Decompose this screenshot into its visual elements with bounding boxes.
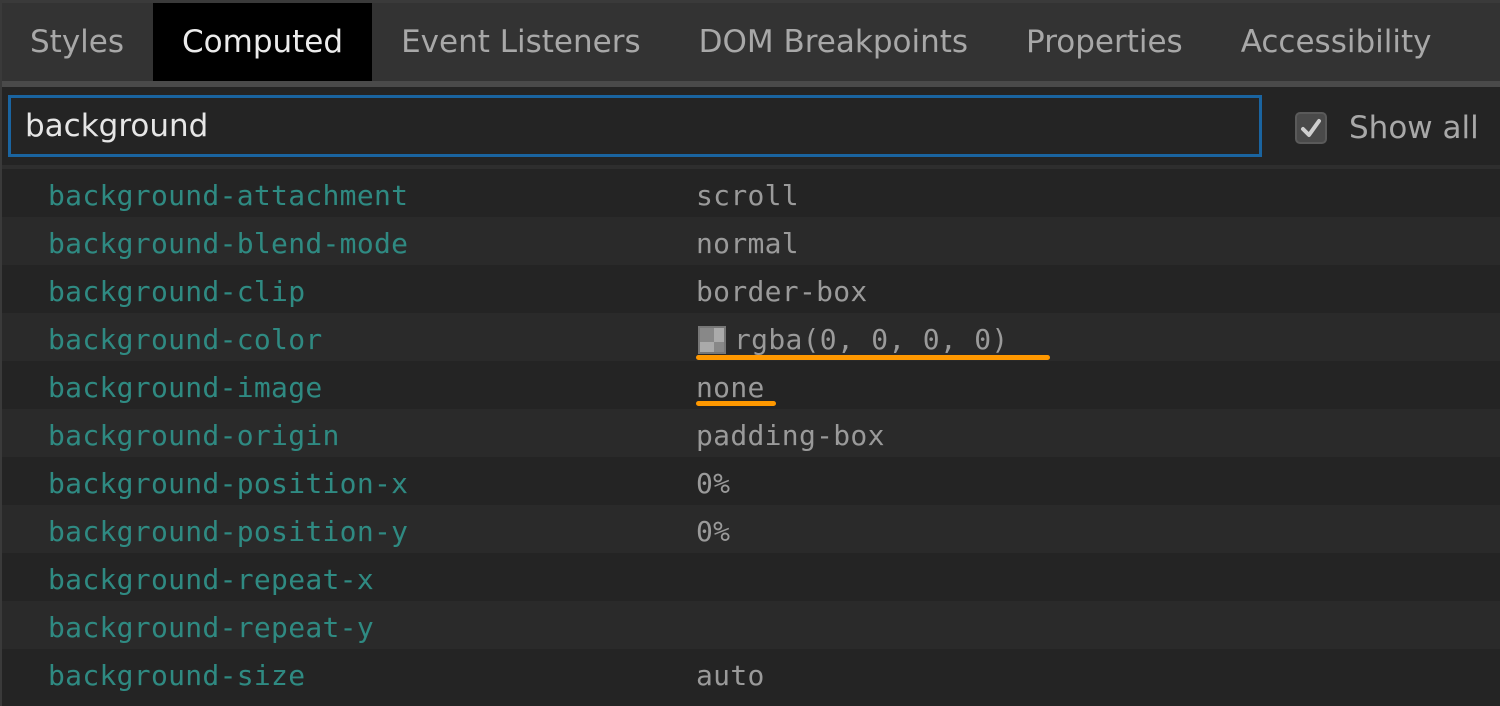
property-name: background-repeat-y [48,611,374,644]
tab-event-listeners[interactable]: Event Listeners [372,3,670,81]
property-name: background-origin [48,419,340,452]
property-value: border-box [696,275,868,308]
property-value: 0% [696,467,731,500]
tab-dom-breakpoints[interactable]: DOM Breakpoints [670,3,997,81]
computed-styles-panel: Styles Computed Event Listeners DOM Brea… [0,0,1500,706]
property-row[interactable]: background-repeat-x [2,553,1500,601]
color-value-text: rgba(0, 0, 0, 0) [734,323,1009,356]
filter-input[interactable] [8,95,1262,157]
show-all-label: Show all [1349,110,1479,146]
property-value-color: rgba(0, 0, 0, 0) [696,323,1009,356]
property-value: normal [696,227,799,260]
property-row[interactable]: background-position-y 0% [2,505,1500,553]
property-row[interactable]: background-origin padding-box [2,409,1500,457]
property-name: background-size [48,659,306,692]
show-all-checkbox[interactable] [1295,112,1327,144]
property-row[interactable]: background-image none [2,361,1500,409]
property-row[interactable]: background-attachment scroll [2,169,1500,217]
property-row[interactable]: background-position-x 0% [2,457,1500,505]
highlight-underline [696,401,776,406]
property-name: background-clip [48,275,306,308]
property-name: background-blend-mode [48,227,409,260]
property-row[interactable]: background-color rgba(0, 0, 0, 0) [2,313,1500,361]
tab-bar: Styles Computed Event Listeners DOM Brea… [2,3,1500,81]
property-value: padding-box [696,419,885,452]
property-name: background-position-x [48,467,409,500]
property-row[interactable]: background-repeat-y [2,601,1500,649]
show-all-toggle[interactable]: Show all [1295,110,1479,146]
property-value: scroll [696,179,799,212]
color-swatch-icon[interactable] [698,325,726,354]
tab-accessibility[interactable]: Accessibility [1212,3,1461,81]
property-value: 0% [696,515,731,548]
tab-computed[interactable]: Computed [153,3,373,81]
highlight-underline [696,355,1050,360]
property-name: background-repeat-x [48,563,374,596]
property-value: auto [696,659,765,692]
property-row[interactable]: background-size auto [2,649,1500,697]
checkmark-icon [1301,119,1321,137]
property-row[interactable]: background-blend-mode normal [2,217,1500,265]
property-row[interactable]: background-clip border-box [2,265,1500,313]
property-name: background-position-y [48,515,409,548]
property-value: none [696,371,765,404]
property-name: background-color [48,323,323,356]
computed-properties-list: background-attachment scroll background-… [2,169,1500,697]
property-name: background-attachment [48,179,409,212]
filter-bar: Show all [2,87,1500,165]
property-name: background-image [48,371,323,404]
tab-styles[interactable]: Styles [2,3,153,81]
tab-properties[interactable]: Properties [997,3,1212,81]
